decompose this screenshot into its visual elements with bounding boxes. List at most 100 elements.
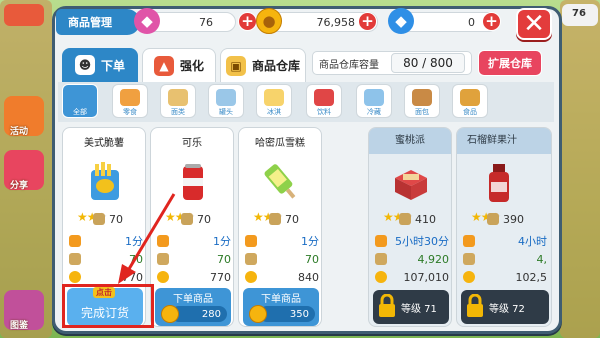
coin-value: 76,958 xyxy=(316,15,356,29)
qty-value: 70 xyxy=(217,252,231,266)
add-coin-button[interactable]: + xyxy=(358,12,377,31)
close-icon: ✕ xyxy=(523,9,545,39)
category-snack[interactable]: 零食 xyxy=(112,84,148,118)
tab-order[interactable]: ☻ 下单 xyxy=(62,48,138,82)
coin-icon xyxy=(69,271,81,283)
box-icon xyxy=(487,213,499,225)
add-diamond-button[interactable]: + xyxy=(482,12,501,31)
coin-icon xyxy=(161,305,179,323)
order-product-label: 下单商品 xyxy=(261,294,301,305)
add-gem-button[interactable]: + xyxy=(238,12,257,31)
level-row: 70 xyxy=(269,212,309,226)
product-name: 蜜桃派 xyxy=(369,128,451,154)
category-noodles[interactable]: 面类 xyxy=(160,84,196,118)
product-name: 哈密瓜雪糕 xyxy=(255,138,305,149)
side-catalog-label: 图鉴 xyxy=(10,321,29,331)
level-row: 390 xyxy=(487,212,527,226)
category-food[interactable]: 食品 xyxy=(452,84,488,118)
lock-icon xyxy=(379,294,395,317)
order-cost: 280 xyxy=(171,306,227,322)
right-badge-count: 76 xyxy=(572,8,586,19)
basket-icon: ▣ xyxy=(225,55,246,76)
lock-icon xyxy=(467,294,483,317)
box-icon xyxy=(463,253,475,265)
diamond-value: 0 xyxy=(468,15,475,29)
panel-title: 商品管理 xyxy=(56,9,148,35)
diamond-icon: ◆ xyxy=(388,8,414,34)
category-all-label: 全部 xyxy=(73,108,87,116)
product-name: 可乐 xyxy=(182,138,202,149)
can-icon xyxy=(216,89,236,106)
tab-enhance[interactable]: ▲ 强化 xyxy=(142,48,216,82)
order-product-button[interactable]: 下单商品 280 xyxy=(155,288,231,326)
side-event-label: 活动 xyxy=(10,127,29,137)
qty-row: 4,920 xyxy=(375,252,449,266)
category-icecream[interactable]: 冰淇 xyxy=(256,84,292,118)
category-chilled-label: 冷藏 xyxy=(367,108,381,116)
qty-value: 4, xyxy=(536,252,548,266)
box-icon xyxy=(269,213,281,225)
gem-icon: ◆ xyxy=(134,8,160,34)
warehouse-capacity-value: 80 / 800 xyxy=(391,53,465,73)
upgrade-icon: ▲ xyxy=(153,55,174,76)
clock-icon xyxy=(463,235,475,247)
required-level: 等级 72 xyxy=(489,304,525,315)
qty-value: 70 xyxy=(305,252,319,266)
price-value: 107,010 xyxy=(403,270,450,284)
coin-icon xyxy=(245,271,257,283)
coin-icon: ● xyxy=(256,8,282,34)
tab-warehouse[interactable]: ▣ 商品仓库 xyxy=(220,48,306,82)
tab-enhance-label: 强化 xyxy=(179,59,204,73)
order-product-button[interactable]: 下单商品 350 xyxy=(243,288,319,326)
warehouse-capacity-label: 商品仓库容量 xyxy=(319,59,379,71)
product-card-peach-pie[interactable]: 蜜桃派 ★★☆ 410 5小时30分 4,920 107,010 等级 71 xyxy=(368,127,452,327)
pie-box-icon xyxy=(395,170,427,200)
food-icon xyxy=(460,89,480,106)
category-drinks-label: 饮料 xyxy=(317,108,331,116)
bread-icon xyxy=(412,89,432,106)
time-value: 1分 xyxy=(213,235,231,248)
box-icon xyxy=(375,253,387,265)
qty-row: 70 xyxy=(245,252,319,266)
category-canned[interactable]: 罐头 xyxy=(208,84,244,118)
time-row: 4小时 xyxy=(463,234,547,248)
box-icon xyxy=(399,213,411,225)
price-value: 102,5 xyxy=(515,270,548,284)
price-value: 770 xyxy=(210,270,231,284)
price-row: 102,5 xyxy=(463,270,547,284)
level-value: 390 xyxy=(503,212,524,226)
box-icon xyxy=(245,253,257,265)
milk-icon xyxy=(364,89,384,106)
time-value: 5小时30分 xyxy=(395,235,449,248)
locked-level-bar: 等级 72 xyxy=(461,290,549,324)
time-value: 4小时 xyxy=(518,235,547,248)
drink-icon xyxy=(314,89,334,106)
time-row: 5小时30分 xyxy=(375,234,449,248)
time-row: 1分 xyxy=(245,234,319,248)
category-bread[interactable]: 面包 xyxy=(404,84,440,118)
tab-order-label: 下单 xyxy=(100,58,125,73)
required-level: 等级 71 xyxy=(401,304,437,315)
person-icon: ☻ xyxy=(74,55,95,75)
gem-value: 76 xyxy=(199,15,213,29)
product-card-melon-icecream[interactable]: 哈密瓜雪糕 ★★☆ 70 1分 70 840 下单商品 350 xyxy=(238,127,322,327)
product-card-pomegranate-juice[interactable]: 石榴鲜果汁 ★★☆ 390 4小时 4, 102,5 等级 72 xyxy=(456,127,552,327)
close-button[interactable]: ✕ xyxy=(516,8,552,40)
tutorial-highlight-box xyxy=(62,284,154,328)
snack-icon xyxy=(120,89,140,106)
expand-warehouse-button[interactable]: 扩展仓库 xyxy=(478,50,542,76)
level-value: 70 xyxy=(197,212,211,226)
clock-icon xyxy=(375,235,387,247)
product-name: 美式脆薯 xyxy=(84,138,124,149)
category-noodles-label: 面类 xyxy=(171,108,185,116)
category-drinks[interactable]: 饮料 xyxy=(306,84,342,118)
level-value: 410 xyxy=(415,212,436,226)
category-bread-label: 面包 xyxy=(415,108,429,116)
clock-icon xyxy=(245,235,257,247)
category-all[interactable]: 全部 xyxy=(62,84,98,118)
price-value: 840 xyxy=(298,270,319,284)
category-chilled[interactable]: 冷藏 xyxy=(356,84,392,118)
category-canned-label: 罐头 xyxy=(219,108,233,116)
icecream-icon xyxy=(264,89,284,106)
order-cost: 350 xyxy=(259,306,315,322)
